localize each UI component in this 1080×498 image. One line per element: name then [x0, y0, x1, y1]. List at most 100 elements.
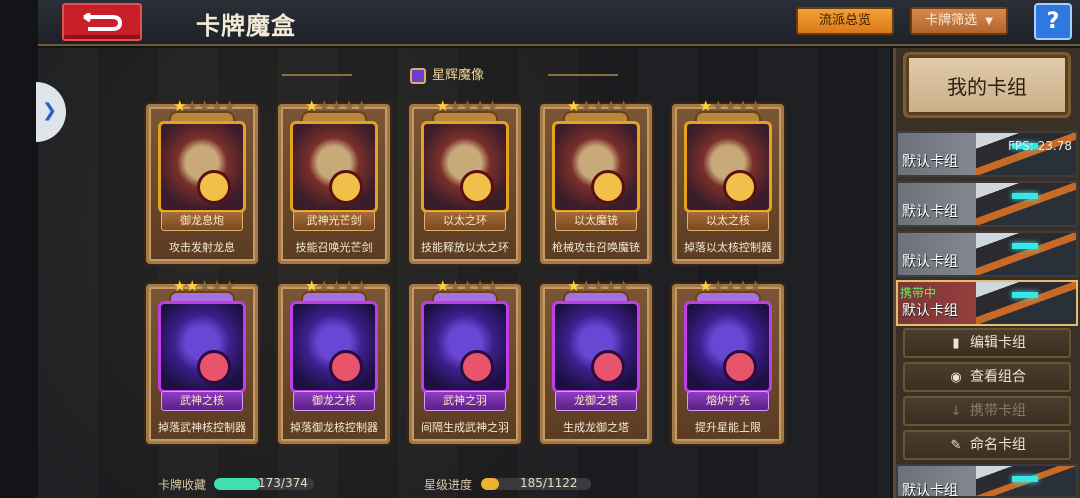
card-emblem-icon	[329, 350, 363, 384]
card-name: 以太魔铳	[555, 211, 637, 231]
card-name: 以太之核	[687, 211, 769, 231]
card-emblem-icon	[591, 170, 625, 204]
card-art	[421, 121, 509, 213]
card-art	[421, 301, 509, 393]
divider-line	[282, 74, 352, 76]
card-description: 掉落御龙核控制器	[290, 421, 378, 434]
card-tile[interactable]: ★★★★★ 御龙之核掉落御龙核控制器	[278, 277, 390, 444]
view-combo-label: 查看组合	[970, 369, 1026, 385]
card-art	[684, 121, 772, 213]
card-name: 以太之环	[424, 211, 506, 231]
card-name: 武神光芒剑	[293, 211, 375, 231]
eye-icon: ◉	[950, 370, 962, 385]
card-description: 掉落以太核控制器	[684, 241, 772, 254]
pencil-icon: ✎	[950, 438, 962, 453]
help-button[interactable]: ?	[1034, 3, 1072, 40]
star-progress-fill	[481, 478, 500, 490]
card-emblem-icon	[329, 170, 363, 204]
divider-line	[548, 74, 618, 76]
card-description: 技能释放以太之环	[421, 241, 509, 254]
card-filter-button[interactable]: 卡牌筛选 ▼	[910, 7, 1008, 35]
star-progress-label: 星级进度	[424, 478, 473, 492]
golem-emblem-icon	[409, 68, 426, 84]
card-description: 攻击发射龙息	[169, 241, 235, 254]
card-art	[290, 121, 378, 213]
chevron-right-icon: ❯	[42, 100, 58, 121]
back-button[interactable]	[62, 3, 142, 41]
deck-slot-3[interactable]: 默认卡组	[896, 231, 1078, 277]
card-emblem-icon	[197, 170, 231, 204]
view-combo-button[interactable]: ◉ 查看组合	[903, 362, 1071, 392]
card-name: 武神之核	[161, 391, 243, 411]
card-emblem-icon	[723, 350, 757, 384]
deck-slot-2[interactable]: 默认卡组	[896, 181, 1078, 227]
mecha-portrait	[976, 282, 1076, 324]
card-art	[552, 301, 640, 393]
card-emblem-icon	[591, 350, 625, 384]
collection-value: 173/374	[258, 476, 308, 490]
mecha-portrait	[976, 183, 1076, 225]
card-description: 技能召唤光芒剑	[295, 241, 373, 254]
card-name: 熔炉扩充	[687, 391, 769, 411]
my-decks-header: 我的卡组	[903, 52, 1071, 118]
star-rating: ★★★★★	[305, 97, 368, 115]
star-rating: ★★★★★	[699, 277, 762, 295]
deck-label: 默认卡组	[902, 254, 958, 270]
back-arrow-icon	[83, 13, 123, 31]
card-art	[552, 121, 640, 213]
edit-deck-button[interactable]: ▮ 编辑卡组	[903, 328, 1071, 358]
deck-slot-5[interactable]: 默认卡组	[896, 464, 1078, 498]
star-rating: ★★★★★	[567, 97, 630, 115]
carry-deck-label: 携带卡组	[970, 403, 1026, 419]
card-tile[interactable]: ★★★★★ 以太之环技能释放以太之环	[409, 97, 521, 264]
card-tile[interactable]: ★★★★★ 武神之羽间隔生成武神之羽	[409, 277, 521, 444]
card-emblem-icon	[460, 170, 494, 204]
my-decks-title: 我的卡组	[947, 75, 1027, 99]
card-description: 枪械攻击召唤魔铳	[552, 241, 640, 254]
school-overview-button[interactable]: 流派总览	[796, 7, 894, 35]
card-name: 武神之羽	[424, 391, 506, 411]
card-description: 间隔生成武神之羽	[421, 421, 509, 434]
card-art	[158, 301, 246, 393]
chevron-down-icon: ▼	[985, 16, 993, 27]
star-rating: ★★★★★	[305, 277, 368, 295]
card-tile[interactable]: ★★★★★ 武神之核 掉落武神核控制器	[146, 277, 258, 444]
collection-label: 卡牌收藏	[158, 478, 207, 492]
star-rating: ★★★★★	[436, 97, 499, 115]
card-emblem-icon	[723, 170, 757, 204]
card-emblem-icon	[197, 350, 231, 384]
star-rating: ★★★★★	[173, 97, 236, 115]
card-tile[interactable]: ★★★★★ 龙御之塔 生成龙御之塔	[540, 277, 652, 444]
fps-counter: FPS: 23.78	[1008, 139, 1072, 153]
mecha-portrait	[976, 233, 1076, 275]
card-tile[interactable]: ★★★★★ 以太魔铳枪械攻击召唤魔铳	[540, 97, 652, 264]
card-description: 提升星能上限	[695, 421, 761, 434]
card-emblem-icon	[460, 350, 494, 384]
card-tile[interactable]: ★★★★★ 以太之核掉落以太核控制器	[672, 97, 784, 264]
carrying-badge: 携带中	[900, 286, 937, 300]
carry-deck-button[interactable]: ↓ 携带卡组	[903, 396, 1071, 426]
deck-slot-1[interactable]: 默认卡组	[896, 131, 1078, 177]
card-art	[684, 301, 772, 393]
star-progress-value: 185/1122	[520, 476, 578, 490]
rename-deck-button[interactable]: ✎ 命名卡组	[903, 430, 1071, 460]
card-tile[interactable]: ★★★★★ 御龙息炮攻击发射龙息	[146, 97, 258, 264]
deck-label: 默认卡组	[902, 154, 958, 170]
deck-slot-4-active[interactable]: 携带中 默认卡组	[896, 280, 1078, 326]
card-name: 御龙息炮	[161, 211, 243, 231]
card-name: 御龙之核	[293, 391, 375, 411]
card-art	[290, 301, 378, 393]
section-title: 星辉魔像	[431, 68, 484, 83]
deck-label: 默认卡组	[902, 204, 958, 220]
star-rating: ★★★★★	[436, 277, 499, 295]
section-header: 星辉魔像	[282, 64, 618, 86]
card-tile[interactable]: ★★★★★ 熔炉扩充提升星能上限	[672, 277, 784, 444]
star-rating: ★★★★★	[699, 97, 762, 115]
clipboard-icon: ▮	[952, 336, 960, 351]
rename-deck-label: 命名卡组	[970, 437, 1026, 453]
download-icon: ↓	[950, 404, 962, 419]
card-tile[interactable]: ★★★★★ 武神光芒剑技能召唤光芒剑	[278, 97, 390, 264]
deck-label: 默认卡组	[902, 483, 958, 498]
star-rating: ★★★★★	[567, 277, 630, 295]
card-art	[158, 121, 246, 213]
